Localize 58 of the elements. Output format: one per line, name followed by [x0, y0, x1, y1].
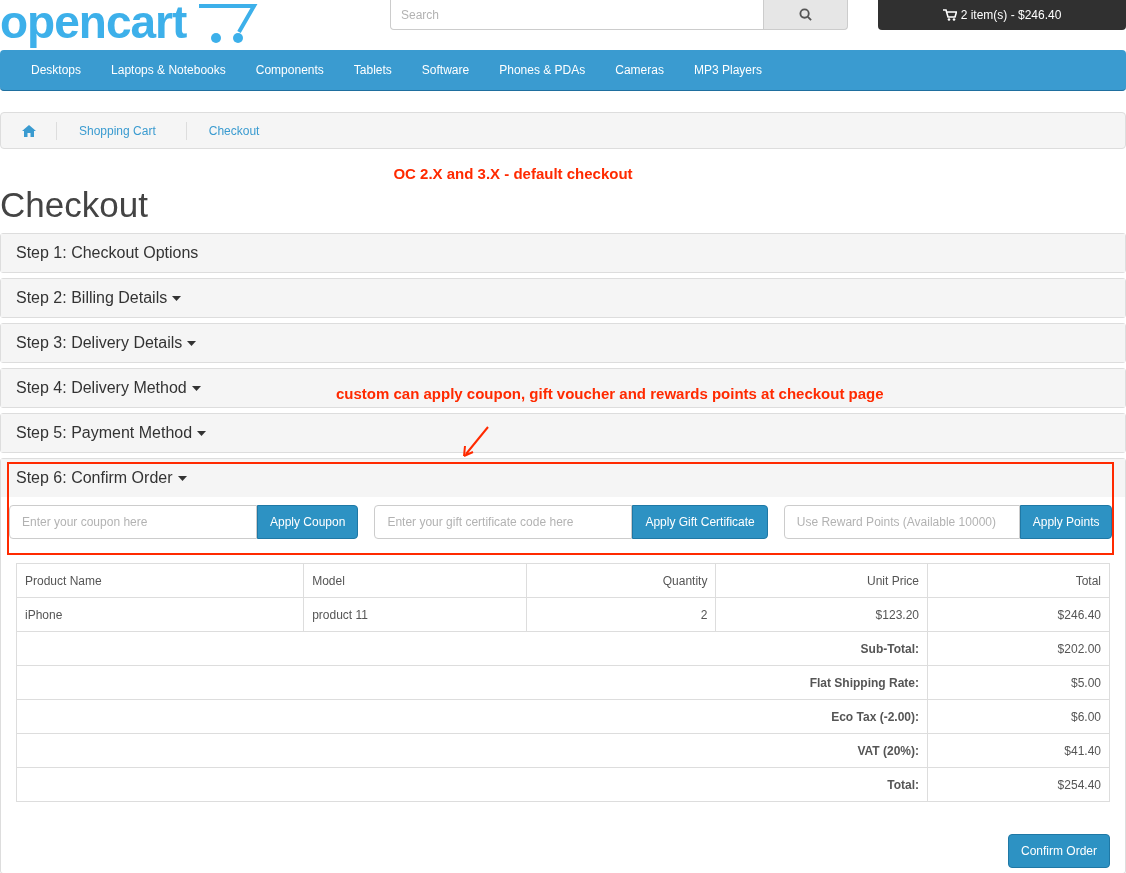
table-cell: product 11: [303, 597, 527, 632]
step-header[interactable]: Step 1: Checkout Options: [1, 234, 1125, 272]
nav-link[interactable]: Cameras: [600, 61, 679, 79]
search-icon: [799, 8, 812, 21]
search-button[interactable]: [764, 0, 848, 30]
column-header: Total: [927, 563, 1110, 598]
nav-link[interactable]: Tablets: [338, 61, 407, 79]
breadcrumb-link[interactable]: Shopping Cart: [56, 121, 186, 140]
home-icon: [21, 124, 36, 137]
cart-icon: [942, 9, 957, 21]
nav-link[interactable]: MP3 Players: [678, 61, 777, 79]
step-header[interactable]: Step 5: Payment Method: [1, 414, 1125, 452]
step-title: Step 1: Checkout Options: [16, 243, 199, 263]
annotation-text: custom can apply coupon, gift voucher and rewards points at checkout page: [336, 384, 884, 404]
nav-link[interactable]: Desktops: [16, 61, 97, 79]
annotation-text: OC 2.X and 3.X - default checkout: [393, 163, 633, 184]
apply-button[interactable]: Apply Points: [1019, 505, 1113, 539]
column-header: Model: [303, 563, 527, 598]
page-heading: Checkout: [0, 187, 149, 223]
apply-button[interactable]: Apply Gift Certificate: [632, 505, 768, 539]
step-title: Step 3: Delivery Details: [16, 333, 183, 353]
apply-button[interactable]: Apply Coupon: [257, 505, 359, 539]
table-cell: $123.20: [715, 597, 928, 632]
step-title: Step 2: Billing Details: [16, 288, 168, 308]
total-value: $254.40: [927, 767, 1110, 802]
discount-input[interactable]: Enter your coupon here: [9, 505, 257, 539]
step-title: Step 4: Delivery Method: [16, 378, 187, 398]
product-link[interactable]: iPhone: [16, 597, 304, 632]
nav-link[interactable]: Phones & PDAs: [484, 61, 601, 79]
discount-input[interactable]: Use Reward Points (Available 10000): [783, 505, 1020, 539]
total-value: $202.00: [927, 631, 1110, 666]
nav-link[interactable]: Components: [240, 61, 339, 79]
step-header[interactable]: Step 3: Delivery Details: [1, 324, 1125, 362]
column-header: Product Name: [16, 563, 304, 598]
total-label: Sub-Total:: [16, 631, 928, 666]
confirm-order-button[interactable]: Confirm Order: [1008, 834, 1110, 868]
total-value: $6.00: [927, 699, 1110, 734]
annotation-arrow: [462, 426, 490, 458]
total-label: Total:: [16, 767, 928, 802]
search-field[interactable]: Search: [390, 0, 764, 30]
total-value: $5.00: [927, 665, 1110, 700]
step-title: Step 6: Confirm Order: [16, 468, 173, 488]
nav-link[interactable]: Laptops & Notebooks: [96, 61, 241, 79]
discount-input[interactable]: Enter your gift certificate code here: [374, 505, 633, 539]
total-label: VAT (20%):: [16, 733, 928, 768]
step-header[interactable]: Step 2: Billing Details: [1, 279, 1125, 317]
breadcrumb-link[interactable]: Checkout: [185, 121, 290, 140]
column-header: Quantity: [526, 563, 716, 598]
step-title: Step 5: Payment Method: [16, 423, 193, 443]
nav-link[interactable]: Software: [406, 61, 485, 79]
total-value: $41.40: [927, 733, 1110, 768]
column-header: Unit Price: [715, 563, 928, 598]
table-cell: $246.40: [927, 597, 1110, 632]
cart-button[interactable]: 2 item(s) - $246.40: [878, 0, 1126, 30]
total-label: Flat Shipping Rate:: [16, 665, 928, 700]
table-cell: 2: [526, 597, 716, 632]
step-header[interactable]: Step 6: Confirm Order: [1, 459, 1125, 497]
total-label: Eco Tax (-2.00):: [16, 699, 928, 734]
